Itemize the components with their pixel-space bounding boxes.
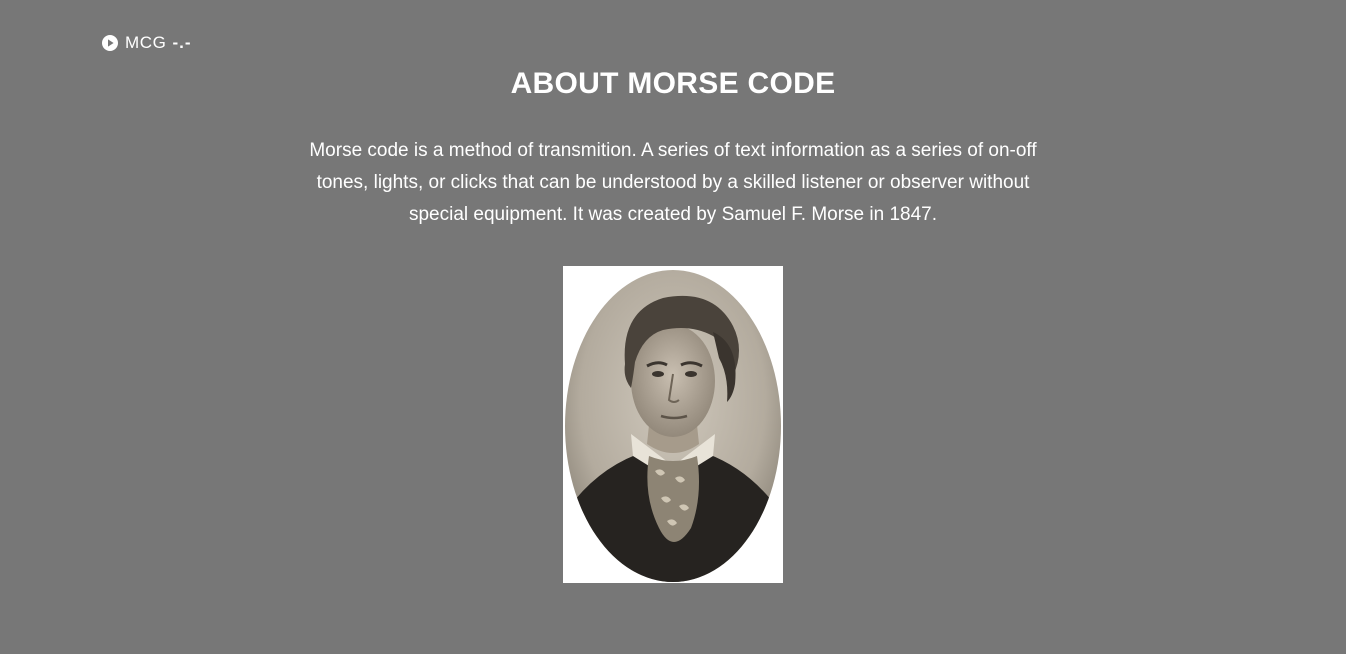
page-title: ABOUT MORSE CODE [510,67,836,100]
logo-text: MCG [125,33,167,52]
home-logo-link[interactable]: MCG -.- [102,33,192,53]
play-circle-icon [102,35,118,51]
intro-paragraph: Morse code is a method of transmition. A… [309,140,1037,225]
logo-morse-code: -.- [172,33,192,52]
morse-portrait-image [563,266,783,583]
